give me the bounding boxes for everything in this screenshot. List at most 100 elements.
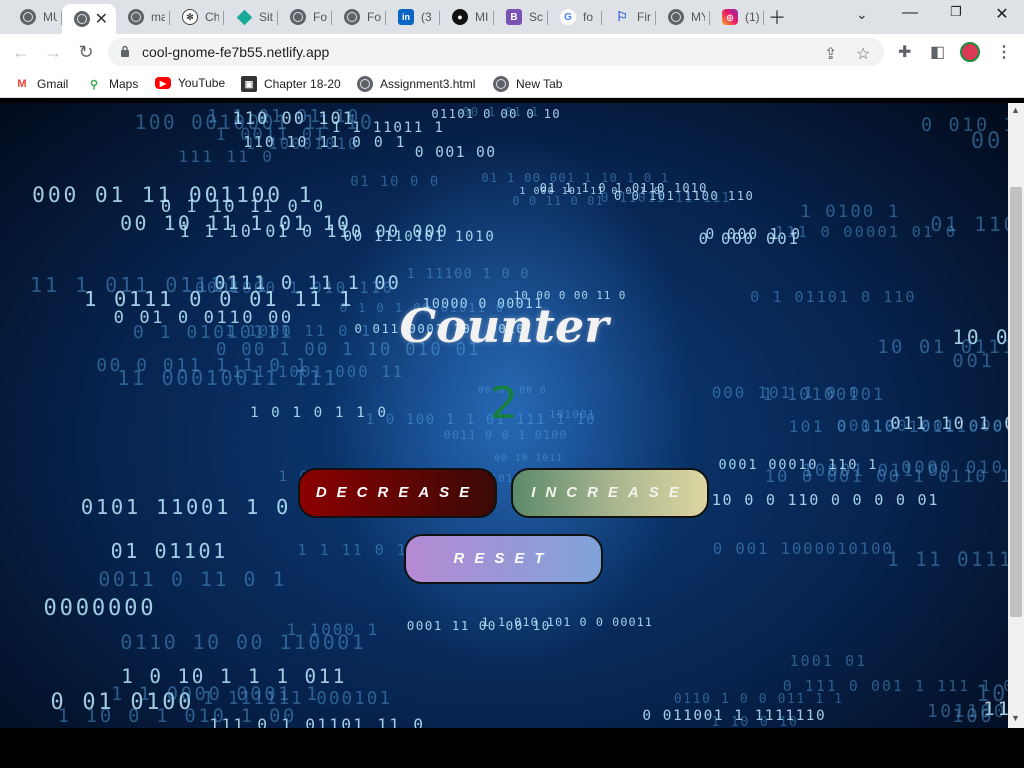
share-icon[interactable]: ⇪: [824, 44, 837, 64]
tab[interactable]: ◎ (1): [710, 4, 764, 30]
side-panel-icon[interactable]: ◧: [930, 42, 945, 62]
binary-digits: 111 0 00001 01 0: [774, 223, 958, 242]
tab-title: MY: [691, 10, 705, 24]
binary-digits: 100 0010001 11 10: [134, 110, 375, 134]
bookmark-youtube[interactable]: ▶ YouTube: [155, 76, 225, 90]
binary-digits: 0111 0 11 1 00: [214, 272, 401, 294]
tab[interactable]: ma: [116, 4, 170, 30]
profile-avatar[interactable]: [960, 42, 980, 62]
extensions-icon[interactable]: ✚: [898, 42, 911, 62]
binary-digits: 1001 01: [789, 651, 868, 670]
binary-digits: 1 000 101 11 0 0 1 0: [519, 185, 661, 197]
binary-digits: 0000 010: [901, 458, 1005, 479]
forward-button[interactable]: →: [42, 41, 64, 63]
bookmark-chapter[interactable]: ▣ Chapter 18-20: [241, 76, 341, 92]
tab[interactable]: ⚐ Fir: [602, 4, 656, 30]
binary-digits: 111 0 1 01101 11 0: [209, 714, 426, 728]
taskbar-area: [0, 728, 1024, 768]
bookmark-label: New Tab: [516, 77, 563, 91]
binary-digits: 0 1 10 11 0 0: [160, 196, 326, 217]
binary-digits: 1 111111 000101: [202, 688, 393, 709]
binary-digits: 0011 0 0 1 0100: [443, 428, 568, 443]
google-icon: G: [560, 9, 576, 25]
address-bar[interactable]: cool-gnome-fe7b55.netlify.app ⇪ ☆: [108, 38, 884, 66]
binary-digits: 0110 1 0 0 011 1 1: [673, 692, 844, 708]
close-tab-icon[interactable]: ✕: [95, 9, 108, 29]
globe-icon: [74, 11, 90, 27]
tab-title: Fir: [637, 10, 651, 24]
binary-digits: 00 10 0011 1: [970, 129, 1008, 155]
binary-digits: 000 01 11 001100 1: [32, 182, 315, 208]
tab-title: MUI: [43, 10, 57, 24]
tab[interactable]: MY: [656, 4, 710, 30]
scroll-thumb[interactable]: [1010, 187, 1022, 617]
binary-digits: 1011001 1 00011: [927, 701, 1008, 722]
tab-title: ma: [151, 10, 165, 24]
binary-digits: 1 1 01 01 10: [207, 107, 361, 128]
scroll-down-arrow-icon[interactable]: ▼: [1011, 713, 1020, 723]
bookmark-maps[interactable]: ⚲ Maps: [86, 76, 138, 92]
tab[interactable]: G fo: [548, 4, 602, 30]
tab[interactable]: Fo: [278, 4, 332, 30]
binary-digits: 001 0010 0 11: [952, 350, 1008, 372]
bookmark-assignment[interactable]: Assignment3.html: [357, 76, 475, 92]
binary-digits: 00 1 01 1: [462, 105, 540, 120]
tab[interactable]: ● MI: [440, 4, 494, 30]
globe-icon: [290, 9, 306, 25]
binary-digits: 1 0 10 1 1 1 011: [121, 664, 347, 688]
bookmark-star-icon[interactable]: ☆: [856, 44, 870, 64]
binary-digits: 0 111 0 001 1 111 1 0: [782, 677, 1008, 695]
binary-digits: 1000 11001101 0: [976, 682, 1008, 708]
tab[interactable]: in (3: [386, 4, 440, 30]
tab[interactable]: B Sc: [494, 4, 548, 30]
page-scrollbar[interactable]: ▲ ▼: [1008, 103, 1024, 728]
linkedin-icon: in: [398, 9, 414, 25]
bookmark-new-tab[interactable]: New Tab: [493, 76, 562, 92]
tab-title: Fo: [367, 10, 381, 24]
decrease-button[interactable]: DECREASE: [298, 468, 497, 518]
binary-digits: 0 000 1 0: [705, 226, 802, 244]
new-tab-button[interactable]: ＋: [768, 4, 786, 30]
scroll-up-arrow-icon[interactable]: ▲: [1011, 105, 1020, 115]
binary-digits: 00 1110101 1010: [343, 229, 496, 246]
tab[interactable]: Fo: [332, 4, 386, 30]
binary-digits: 110 10 11 0 0 1: [243, 133, 407, 151]
binary-digits: 10001 011 0: [802, 461, 941, 482]
minimize-button[interactable]: —: [890, 4, 930, 26]
tab-active[interactable]: ✕: [62, 4, 116, 34]
tab-title: (3: [421, 10, 432, 24]
increase-button[interactable]: INCREASE: [511, 468, 709, 518]
bookmark-gmail[interactable]: M Gmail: [14, 76, 68, 92]
back-button[interactable]: ←: [10, 41, 32, 63]
tab[interactable]: MUI: [8, 4, 62, 30]
reset-button[interactable]: RESET: [404, 534, 603, 584]
bootstrap-icon: B: [506, 9, 522, 25]
binary-digits: 1 1 010 101 0 0 00011: [481, 615, 653, 630]
tab-title: Sit: [259, 10, 273, 24]
binary-digits: 1 1 10 01 0 110 00 000: [179, 222, 450, 242]
binary-digits: 1 10 0 10: [711, 714, 799, 728]
tab-title: (1): [745, 10, 760, 24]
tab-search-icon[interactable]: ⌄: [856, 6, 868, 23]
bookmark-label: Assignment3.html: [380, 77, 476, 91]
binary-digits: 0 010 10001100: [920, 115, 1008, 137]
binary-digits: 1 10001010: [245, 134, 360, 153]
reload-button[interactable]: ↻: [75, 41, 97, 63]
binary-digits: 0 0 11 0 01: [512, 194, 604, 209]
binary-digits: 1 11100 1 0 0: [406, 266, 530, 282]
tab[interactable]: ✻ Ch: [170, 4, 224, 30]
binary-digits: 0001 00010 110 1: [718, 456, 879, 473]
contact-icon: ▣: [241, 76, 257, 92]
binary-digits: 01 01101: [110, 539, 228, 564]
globe-icon: [493, 76, 509, 92]
close-window-button[interactable]: ✕: [982, 4, 1022, 26]
menu-icon[interactable]: ⋮: [996, 42, 1012, 62]
restore-button[interactable]: ❐: [936, 4, 976, 26]
url-text: cool-gnome-fe7b55.netlify.app: [142, 44, 330, 60]
tab-title: fo: [583, 10, 594, 24]
bookmark-label: Maps: [109, 77, 139, 91]
binary-digits: 111 11 0: [178, 147, 275, 167]
binary-digits: 01 10 0 0: [350, 174, 440, 191]
binary-digits: 0 01 0100: [50, 689, 195, 715]
tab[interactable]: Sit: [224, 4, 278, 30]
